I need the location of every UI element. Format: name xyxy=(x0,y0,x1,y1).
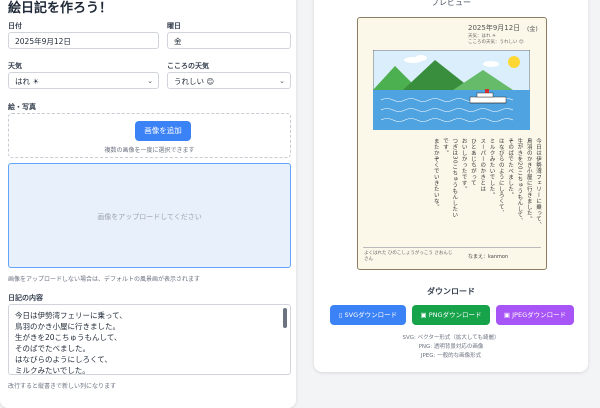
textarea-line: 鳥羽のかき小屋に行きました。 xyxy=(15,322,120,331)
preview-panel: プレビュー 2025年9月12日 (金) 天気：はれ ☀ こころの天気：うれしい… xyxy=(314,0,588,372)
diary-card: 2025年9月12日 (金) 天気：はれ ☀ こころの天気：うれしい 😊 今日は… xyxy=(357,17,547,270)
diary-date: 2025年9月12日 xyxy=(468,24,521,32)
diary-landscape-image xyxy=(373,50,530,130)
date-input[interactable]: 2025年9月12日 xyxy=(8,32,159,49)
chevron-down-icon: ⌄ xyxy=(279,77,285,85)
diary-label: 日記の内容 xyxy=(8,294,43,302)
png-note: PNG: 透明背景対応の画像 xyxy=(418,344,484,350)
default-image-note: 画像をアップロードしない場合は、デフォルトの風景画が表示されます xyxy=(8,276,201,283)
image-icon: ▣ xyxy=(420,311,427,319)
diary-text-column: そのばでたべました。 xyxy=(507,138,514,198)
download-title: ダウンロード xyxy=(427,287,475,296)
weather-label: 天気 xyxy=(8,62,22,70)
png-download-button[interactable]: ▣ PNGダウンロード xyxy=(412,305,490,325)
form-panel: 絵日記を作ろう！ 日付 2025年9月12日 曜日 金 天気 はれ ☀ ⌄ ここ… xyxy=(0,0,296,408)
weekday-input[interactable]: 金 xyxy=(167,32,291,49)
diary-weekday: (金) xyxy=(527,26,538,33)
diary-textarea[interactable]: 今日は伊勢湾フェリーに乗って、 鳥羽のかき小屋に行きました。 生がきを20こちゅうも… xyxy=(8,304,291,375)
textarea-line: 生がきを20こちゅうもんして、 xyxy=(15,333,122,342)
picture-label: 絵・写真 xyxy=(8,103,36,111)
diary-footer-divider xyxy=(363,247,541,248)
jpeg-download-button[interactable]: ▣ JPEGダウンロード xyxy=(496,305,574,325)
textarea-line: はなびらのようにしろくて、 xyxy=(15,355,112,364)
diary-mood: こころの天気：うれしい 😊 xyxy=(468,40,524,45)
diary-text-column: 鳥羽のかき小屋に行きました。 xyxy=(525,138,532,222)
newline-hint: 改行すると縦書きで新しい列になります xyxy=(8,383,117,390)
svg-download-button[interactable]: ▯ SVGダウンロード xyxy=(330,305,406,325)
mood-select[interactable]: うれしい 😊 ⌄ xyxy=(167,72,291,89)
diary-text-column: ミルクみたいでした。 xyxy=(488,138,495,198)
weather-select-value: はれ ☀ xyxy=(15,77,40,86)
diary-author: なまえ：kanmon xyxy=(468,254,509,260)
chevron-down-icon: ⌄ xyxy=(147,77,153,85)
weather-select[interactable]: はれ ☀ ⌄ xyxy=(8,72,159,89)
add-image-button[interactable]: 画像を追加 xyxy=(135,121,191,141)
diary-text-column: おいしかったです。 xyxy=(460,138,467,192)
svg-note: SVG: ベクター形式（拡大しても綺麗） xyxy=(402,335,500,341)
image-dropzone[interactable]: 画像を追加 複数の画像を一度に選択できます xyxy=(8,113,291,158)
image-icon: ▣ xyxy=(503,311,511,319)
diary-text-column: スーパーのかきとは xyxy=(479,138,486,192)
textarea-line: そのばでたべました。 xyxy=(15,344,90,353)
textarea-line: 今日は伊勢湾フェリーに乗って、 xyxy=(15,311,127,320)
jpeg-note: JPEG: 一般的な画像形式 xyxy=(420,353,482,359)
file-icon: ▯ xyxy=(338,311,343,319)
textarea-scrollbar[interactable] xyxy=(283,308,287,328)
mood-label: こころの天気 xyxy=(167,62,209,70)
mood-select-value: うれしい 😊 xyxy=(174,77,215,86)
image-upload-area[interactable]: 画像をアップロードしてください xyxy=(8,163,291,268)
weekday-label: 曜日 xyxy=(167,22,181,30)
diary-text-column: 生がきを20こちゅうもんして、 xyxy=(516,138,523,224)
textarea-line: ミルクみたいでした。 xyxy=(15,366,90,375)
date-label: 日付 xyxy=(8,22,22,30)
preview-title: プレビュー xyxy=(431,0,471,7)
page-title: 絵日記を作ろう！ xyxy=(8,1,113,16)
diary-text-column: です。 xyxy=(442,138,448,156)
diary-text-column: 今日は伊勢湾フェリーに乗って、 xyxy=(535,138,541,228)
diary-footer-left: よくはれた ひのこしょうがっこう さおんじさん xyxy=(364,251,453,262)
diary-text-column: またかぞくでいきたいな。 xyxy=(432,138,439,210)
multi-select-hint: 複数の画像を一度に選択できます xyxy=(104,147,195,154)
upload-placeholder: 画像をアップロードしてください xyxy=(97,213,202,221)
diary-text-column: ひとあじちがって xyxy=(469,138,476,186)
diary-text-column: はなびらのようにしろくて、 xyxy=(497,138,504,216)
sun-icon xyxy=(508,56,520,68)
diary-text-column: つぎは30こちゅうもんしたい xyxy=(451,138,458,218)
